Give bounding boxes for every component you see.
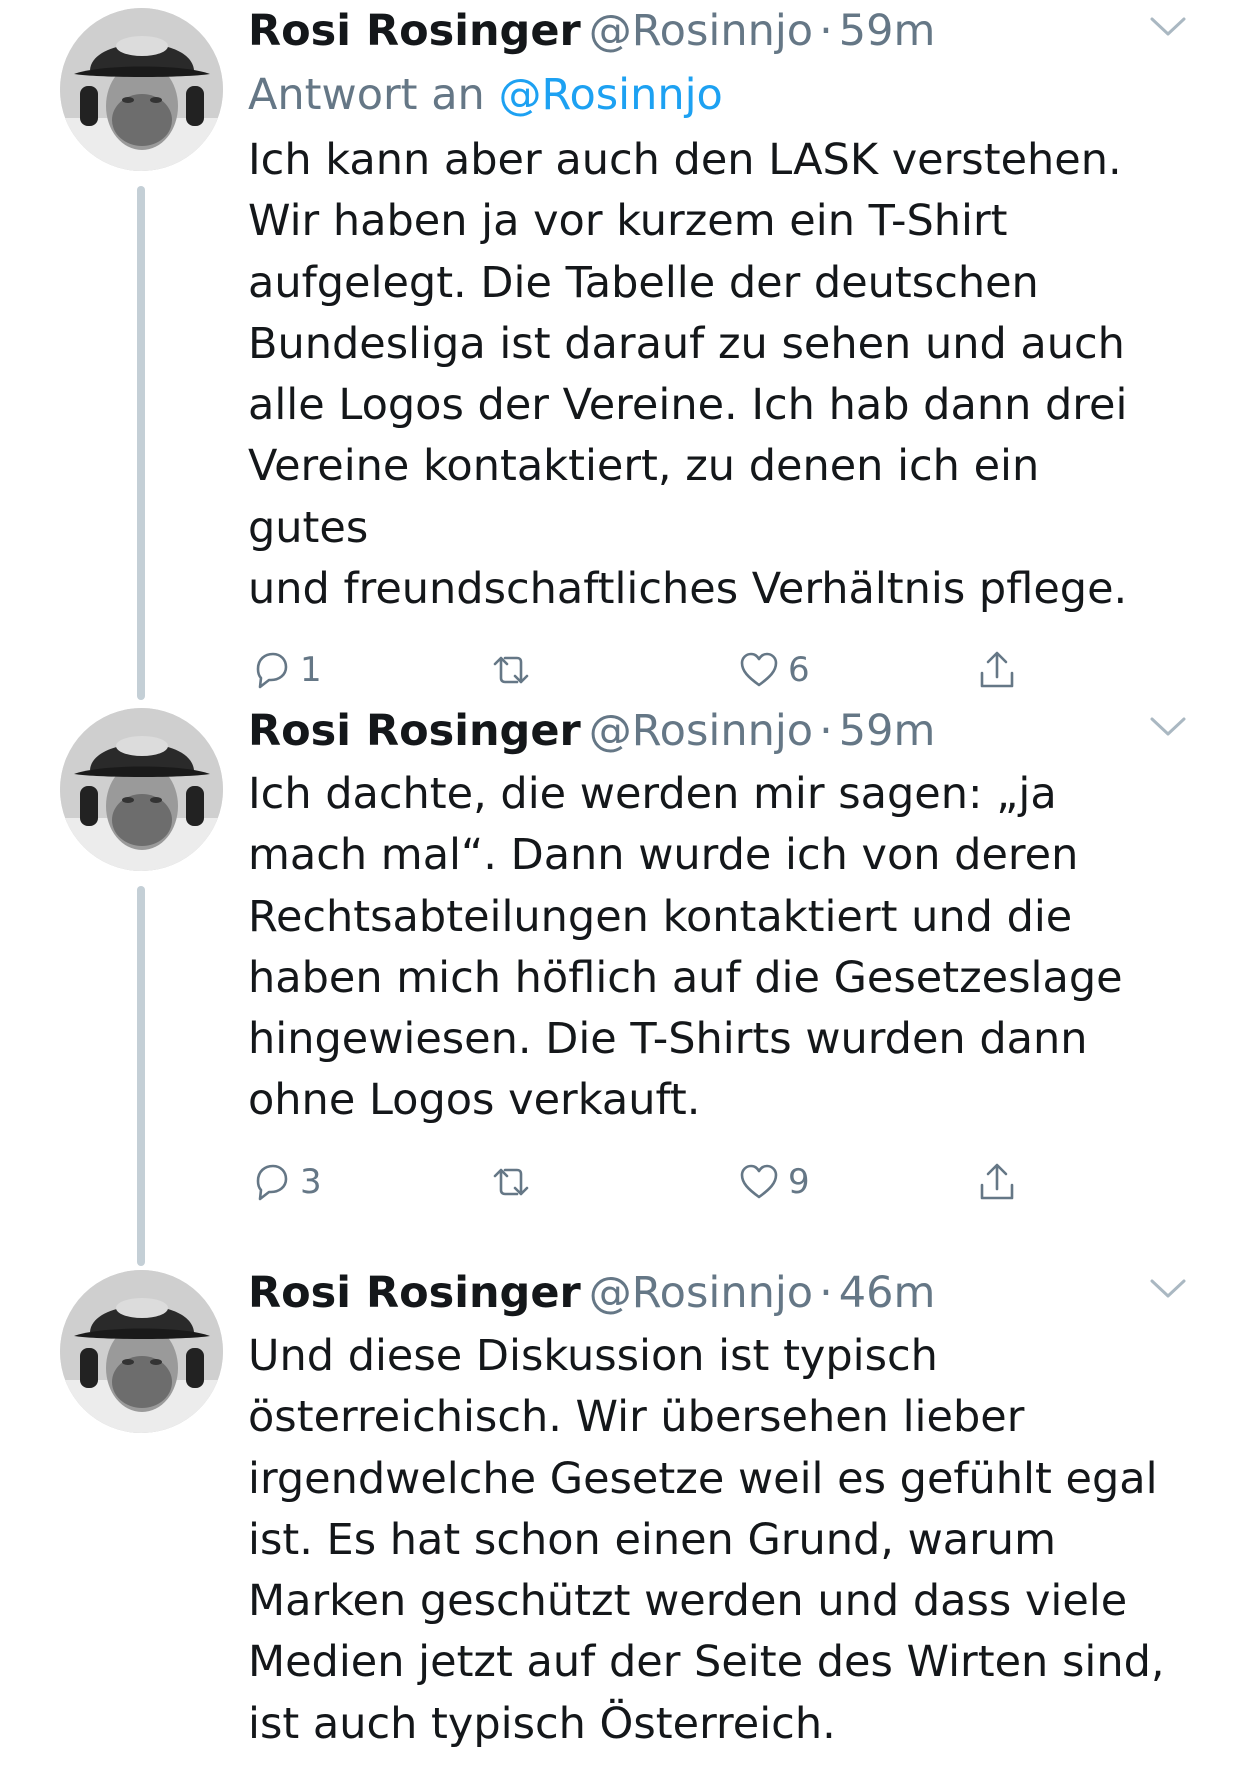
separator: · — [819, 1268, 833, 1318]
reply-icon — [256, 653, 288, 689]
reply-icon — [256, 1164, 288, 1201]
timestamp[interactable]: 46m — [839, 1268, 936, 1318]
tweet-actions: 1 6 — [248, 640, 1168, 700]
like-button[interactable]: 9 — [736, 1152, 810, 1212]
author-name[interactable]: Rosi Rosinger — [248, 1268, 581, 1318]
retweet-icon — [493, 1168, 529, 1196]
like-button[interactable]: 6 — [736, 640, 810, 700]
tweet-thread: Rosi Rosinger @Rosinnjo · 59m Antwort an @R… — [0, 0, 1242, 1772]
timestamp[interactable]: 59m — [839, 6, 936, 56]
timestamp[interactable]: 59m — [839, 706, 936, 756]
author-handle[interactable]: @Rosinnjo — [589, 706, 813, 756]
reply-count: 1 — [300, 650, 322, 691]
reply-count: 3 — [300, 1161, 322, 1202]
tweet-text: Und diese Diskussion ist typisch österre… — [248, 1331, 1165, 1749]
reply-context: Antwort an @Rosinnjo — [248, 62, 1168, 128]
retweet-icon — [493, 657, 529, 684]
share-button[interactable] — [974, 1152, 1020, 1212]
thread-line — [137, 886, 145, 1266]
like-count: 6 — [788, 650, 810, 691]
separator: · — [819, 706, 833, 756]
author-handle[interactable]: @Rosinnjo — [589, 6, 813, 56]
separator: · — [819, 6, 833, 56]
reply-button[interactable]: 3 — [248, 1152, 322, 1212]
chevron-down-icon[interactable] — [1148, 1276, 1188, 1302]
thread-line — [137, 186, 145, 700]
like-icon — [740, 653, 778, 687]
like-count: 9 — [788, 1161, 810, 1202]
tweet-header: Rosi Rosinger @Rosinnjo · 46m — [248, 1262, 1186, 1324]
retweet-button[interactable] — [488, 640, 540, 700]
tweet-text: Ich dachte, die werden mir sagen: „ja ma… — [248, 769, 1123, 1126]
reply-button[interactable]: 1 — [248, 640, 322, 700]
author-handle[interactable]: @Rosinnjo — [589, 1268, 813, 1318]
avatar[interactable] — [60, 1270, 223, 1433]
chevron-down-icon[interactable] — [1148, 714, 1188, 740]
tweet-text: Ich kann aber auch den LASK verstehen. W… — [248, 135, 1128, 615]
tweet-header: Rosi Rosinger @Rosinnjo · 59m — [248, 0, 1186, 62]
retweet-button[interactable] — [488, 1152, 540, 1212]
avatar[interactable] — [60, 708, 223, 871]
avatar[interactable] — [60, 8, 223, 171]
like-icon — [740, 1164, 778, 1199]
tweet-header: Rosi Rosinger @Rosinnjo · 59m — [248, 700, 1186, 762]
author-name[interactable]: Rosi Rosinger — [248, 6, 581, 56]
author-name[interactable]: Rosi Rosinger — [248, 706, 581, 756]
share-button[interactable] — [974, 640, 1020, 700]
chevron-down-icon[interactable] — [1148, 14, 1188, 40]
reply-mention-link[interactable]: @Rosinnjo — [499, 70, 723, 120]
tweet-actions: 3 9 — [248, 1152, 1168, 1212]
share-icon — [980, 652, 1014, 688]
reply-prefix: Antwort an — [248, 70, 485, 120]
share-icon — [980, 1163, 1014, 1200]
